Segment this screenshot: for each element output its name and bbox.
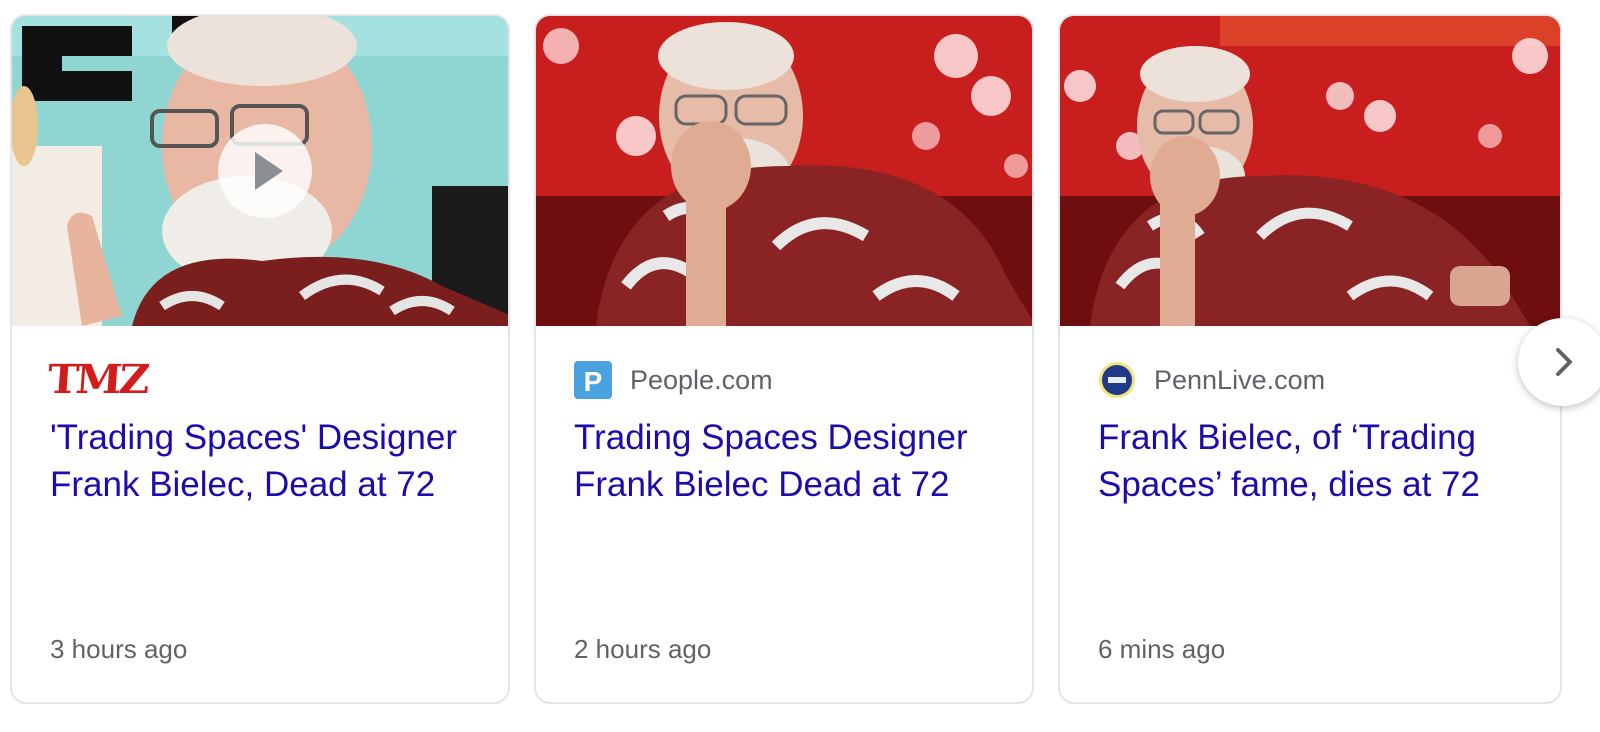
news-thumbnail[interactable] xyxy=(1060,16,1560,326)
source-row: P People.com xyxy=(574,360,994,400)
news-card-pennlive[interactable]: PennLive.com Frank Bielec, of ‘Trading S… xyxy=(1058,14,1562,704)
card-body: P People.com Trading Spaces Designer Fra… xyxy=(536,360,1032,508)
tmz-logo: TMZ xyxy=(45,356,149,403)
carousel-next-button[interactable] xyxy=(1518,318,1600,406)
news-thumbnail[interactable] xyxy=(536,16,1032,326)
card-body: PennLive.com Frank Bielec, of ‘Trading S… xyxy=(1060,360,1560,508)
thumbnail-image xyxy=(1060,16,1560,326)
source-name: People.com xyxy=(630,364,773,395)
svg-text:P: P xyxy=(584,366,603,397)
chevron-right-icon xyxy=(1556,348,1572,376)
news-card-people[interactable]: P People.com Trading Spaces Designer Fra… xyxy=(534,14,1034,704)
news-card-tmz[interactable]: TMZ 'Trading Spaces' Designer Frank Biel… xyxy=(10,14,510,704)
pennlive-logo-icon xyxy=(1099,362,1135,398)
headline-link[interactable]: 'Trading Spaces' Designer Frank Bielec, … xyxy=(50,414,470,508)
card-body: TMZ 'Trading Spaces' Designer Frank Biel… xyxy=(12,356,508,508)
timestamp: 3 hours ago xyxy=(50,634,188,664)
source-row: PennLive.com xyxy=(1098,360,1522,400)
headline-link[interactable]: Trading Spaces Designer Frank Bielec Dea… xyxy=(574,414,994,508)
timestamp: 2 hours ago xyxy=(574,634,712,664)
people-logo-icon: P xyxy=(574,361,612,399)
source-row: TMZ xyxy=(46,356,470,403)
timestamp: 6 mins ago xyxy=(1098,634,1226,664)
play-icon xyxy=(255,152,283,190)
headline-link[interactable]: Frank Bielec, of ‘Trading Spaces’ fame, … xyxy=(1098,414,1522,508)
source-name: PennLive.com xyxy=(1154,364,1326,395)
news-carousel: TMZ 'Trading Spaces' Designer Frank Biel… xyxy=(0,0,1600,732)
news-thumbnail[interactable] xyxy=(12,16,508,326)
play-video-button[interactable] xyxy=(218,124,312,218)
thumbnail-image xyxy=(536,16,1032,326)
